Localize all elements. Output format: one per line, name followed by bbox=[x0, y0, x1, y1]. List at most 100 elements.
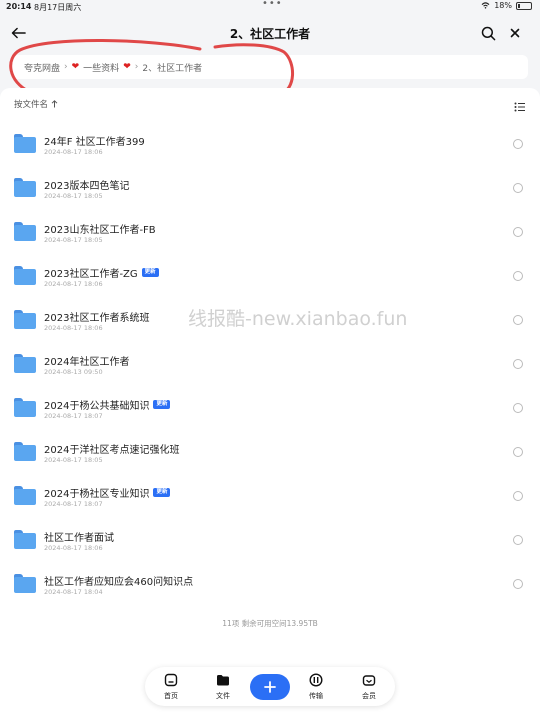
member-icon bbox=[362, 675, 376, 686]
select-radio[interactable] bbox=[513, 491, 523, 501]
bottom-nav: 首页 文件 传输 会员 bbox=[145, 667, 395, 706]
select-radio[interactable] bbox=[513, 579, 523, 589]
file-name: 社区工作者应知应会460问知识点 bbox=[44, 577, 194, 588]
file-name-wrap: 24年F 社区工作者399 bbox=[44, 133, 145, 148]
select-radio[interactable] bbox=[513, 183, 523, 193]
file-name-wrap: 2024年社区工作者 bbox=[44, 353, 129, 368]
plus-icon bbox=[264, 681, 276, 693]
select-radio[interactable] bbox=[513, 139, 523, 149]
file-name: 2024于杨公共基础知识 bbox=[44, 401, 150, 412]
file-row[interactable]: 社区工作者面试 2024-08-17 18:06 bbox=[0, 516, 540, 560]
add-button[interactable] bbox=[250, 674, 290, 700]
file-name: 2024于杨社区专业知识 bbox=[44, 489, 150, 500]
select-radio[interactable] bbox=[513, 403, 523, 413]
file-name: 2023山东社区工作者-FB bbox=[44, 225, 156, 236]
status-time: 20:14 bbox=[6, 2, 32, 11]
battery-percent: 18% bbox=[494, 1, 512, 10]
file-name-wrap: 2023版本四色笔记 bbox=[44, 177, 129, 192]
folder-icon bbox=[14, 530, 36, 549]
transfer-icon bbox=[309, 673, 323, 687]
nav-member[interactable]: 会员 bbox=[349, 671, 389, 703]
status-indicators: 18% bbox=[481, 1, 532, 10]
file-date: 2024-08-17 18:06 bbox=[44, 148, 103, 156]
file-row[interactable]: 2024年社区工作者 2024-08-13 09:50 bbox=[0, 340, 540, 384]
file-name-wrap: 2023山东社区工作者-FB bbox=[44, 221, 156, 236]
file-row[interactable]: 2023版本四色笔记 2024-08-17 18:05 bbox=[0, 164, 540, 208]
file-name-wrap: 社区工作者应知应会460问知识点 bbox=[44, 573, 193, 588]
file-date: 2024-08-17 18:06 bbox=[44, 280, 103, 288]
file-date: 2024-08-17 18:07 bbox=[44, 412, 103, 420]
sort-by-name-button[interactable]: 按文件名 bbox=[14, 98, 58, 110]
folder-icon bbox=[14, 222, 36, 241]
file-date: 2024-08-17 18:04 bbox=[44, 588, 103, 596]
status-date: 8月17日周六 bbox=[34, 3, 82, 12]
storage-summary: 11项 剩余可用空间13.95TB bbox=[222, 619, 318, 628]
select-radio[interactable] bbox=[513, 535, 523, 545]
file-date: 2024-08-17 18:07 bbox=[44, 500, 103, 508]
file-name: 2023版本四色笔记 bbox=[44, 181, 130, 192]
nav-transfer-label: 传输 bbox=[309, 692, 323, 700]
header: 2、社区工作者 bbox=[0, 18, 540, 48]
file-name-wrap: 2024于洋社区考点速记强化班 bbox=[44, 441, 179, 456]
home-icon bbox=[164, 673, 178, 687]
folder-icon bbox=[14, 398, 36, 417]
update-badge: 更新 bbox=[153, 487, 171, 498]
list-view-icon[interactable] bbox=[514, 98, 526, 112]
heart-icon: ❤ bbox=[123, 62, 131, 72]
update-badge: 更新 bbox=[153, 399, 171, 410]
breadcrumb-item-root[interactable]: 夸克网盘 bbox=[24, 61, 60, 74]
select-radio[interactable] bbox=[513, 315, 523, 325]
heart-icon: ❤ bbox=[71, 62, 80, 72]
file-date: 2024-08-17 18:05 bbox=[44, 456, 103, 464]
file-name-wrap: 2023社区工作者系统班 bbox=[44, 309, 149, 324]
select-radio[interactable] bbox=[513, 359, 523, 369]
nav-files[interactable]: 文件 bbox=[203, 671, 243, 703]
breadcrumb-item-current: 2、社区工作者 bbox=[142, 63, 203, 74]
chevron-right-icon: › bbox=[64, 62, 68, 72]
battery-icon bbox=[516, 1, 532, 10]
file-date: 2024-08-17 18:06 bbox=[44, 324, 103, 332]
file-name: 2023社区工作者系统班 bbox=[44, 313, 150, 324]
folder-icon bbox=[14, 134, 36, 153]
folder-icon bbox=[217, 675, 229, 686]
nav-home[interactable]: 首页 bbox=[151, 671, 191, 703]
file-name: 2024于洋社区考点速记强化班 bbox=[44, 445, 180, 456]
folder-icon bbox=[14, 310, 36, 329]
watermark-text: 线报酷-new.xianbao.fun bbox=[188, 308, 408, 330]
file-date: 2024-08-13 09:50 bbox=[44, 368, 103, 376]
select-radio[interactable] bbox=[513, 447, 523, 457]
breadcrumb-item-folder[interactable]: 一些资料 bbox=[83, 61, 119, 74]
folder-icon bbox=[14, 178, 36, 197]
file-date: 2024-08-17 18:06 bbox=[44, 544, 103, 552]
status-bar: 20:14 8月17日周六 ••• 18% bbox=[0, 0, 540, 14]
chevron-right-icon: › bbox=[134, 62, 139, 72]
file-row[interactable]: 社区工作者应知应会460问知识点 2024-08-17 18:04 bbox=[0, 560, 540, 604]
page-title: 2、社区工作者 bbox=[229, 27, 311, 41]
file-date: 2024-08-17 18:05 bbox=[44, 192, 103, 200]
file-row[interactable]: 2024于杨公共基础知识 更新 2024-08-17 18:07 bbox=[0, 384, 540, 428]
file-name-wrap: 2024于杨公共基础知识 更新 bbox=[44, 397, 171, 412]
select-radio[interactable] bbox=[513, 271, 523, 281]
file-row[interactable]: 24年F 社区工作者399 2024-08-17 18:06 bbox=[0, 120, 540, 164]
file-row[interactable]: 2024于杨社区专业知识 更新 2024-08-17 18:07 bbox=[0, 472, 540, 516]
update-badge: 更新 bbox=[141, 267, 159, 278]
wifi-icon bbox=[481, 2, 490, 9]
file-row[interactable]: 2024于洋社区考点速记强化班 2024-08-17 18:05 bbox=[0, 428, 540, 472]
multitask-dots-icon[interactable]: ••• bbox=[262, 0, 283, 9]
nav-files-label: 文件 bbox=[216, 692, 230, 700]
folder-icon bbox=[14, 354, 36, 373]
file-row[interactable]: 2023山东社区工作者-FB 2024-08-17 18:05 bbox=[0, 208, 540, 252]
file-name: 社区工作者面试 bbox=[44, 533, 114, 544]
arrow-up-icon bbox=[51, 100, 58, 108]
file-name: 24年F 社区工作者399 bbox=[44, 137, 145, 148]
close-icon[interactable] bbox=[504, 22, 526, 44]
nav-transfer[interactable]: 传输 bbox=[296, 671, 336, 703]
file-name-wrap: 社区工作者面试 bbox=[44, 529, 114, 544]
file-date: 2024-08-17 18:05 bbox=[44, 236, 103, 244]
file-row[interactable]: 2023社区工作者-ZG 更新 2024-08-17 18:06 bbox=[0, 252, 540, 296]
folder-icon bbox=[14, 442, 36, 461]
search-icon[interactable] bbox=[477, 22, 499, 44]
select-radio[interactable] bbox=[513, 227, 523, 237]
file-name-wrap: 2023社区工作者-ZG 更新 bbox=[44, 265, 159, 280]
folder-icon bbox=[14, 486, 36, 505]
